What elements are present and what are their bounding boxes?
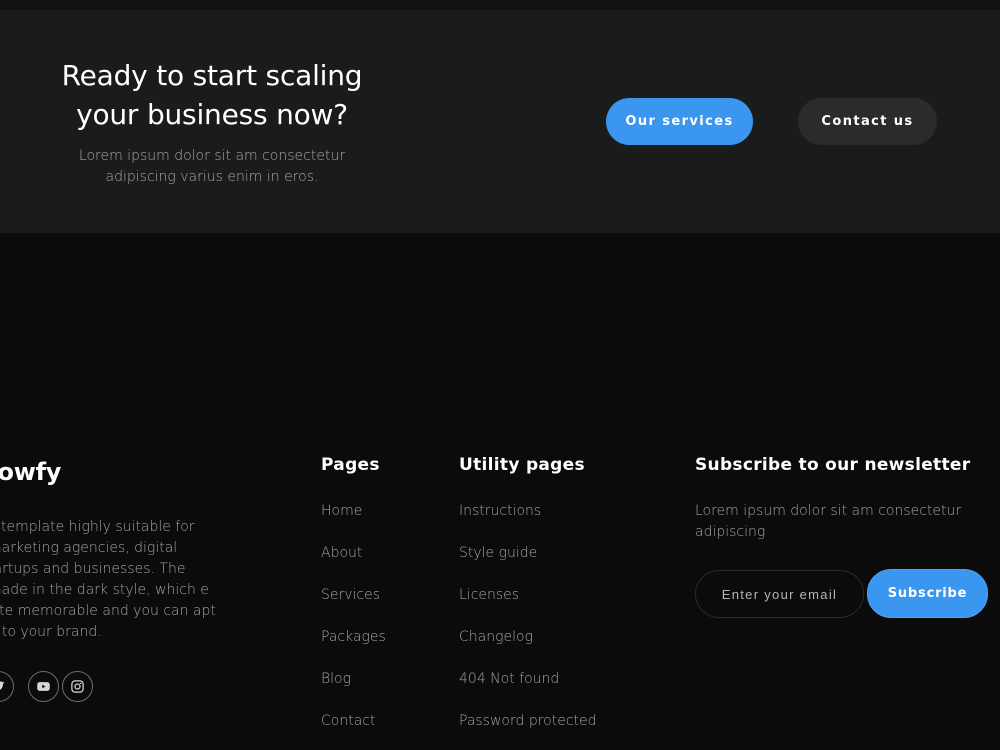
contact-us-button[interactable]: Contact us: [798, 98, 937, 145]
pages-heading: Pages: [321, 455, 380, 475]
footer-link-blog[interactable]: Blog: [321, 671, 351, 687]
footer-link-instructions[interactable]: Instructions: [459, 503, 541, 519]
our-services-button[interactable]: Our services: [606, 98, 753, 145]
footer-link-changelog[interactable]: Changelog: [459, 629, 533, 645]
cta-banner: Ready to start scaling your business now…: [0, 10, 1000, 233]
footer-link-services[interactable]: Services: [321, 587, 380, 603]
subscribe-button[interactable]: Subscribe: [867, 569, 988, 618]
cta-title: Ready to start scaling your business now…: [61, 59, 363, 131]
twitter-link[interactable]: [0, 671, 14, 702]
brand-logo[interactable]: rowfy: [0, 458, 61, 486]
newsletter-heading: Subscribe to our newsletter: [695, 455, 971, 475]
footer-link-about[interactable]: About: [321, 545, 362, 561]
youtube-icon: [37, 682, 50, 691]
youtube-link[interactable]: [28, 671, 59, 702]
footer-link-style-guide[interactable]: Style guide: [459, 545, 537, 561]
top-strip: [0, 0, 1000, 10]
footer-link-licenses[interactable]: Licenses: [459, 587, 519, 603]
instagram-link[interactable]: [62, 671, 93, 702]
utility-pages-heading: Utility pages: [459, 455, 585, 475]
email-input[interactable]: [695, 570, 864, 618]
newsletter-text: Lorem ipsum dolor sit am consectetur adi…: [695, 503, 962, 540]
cta-text: Lorem ipsum dolor sit am consectetur adi…: [78, 148, 346, 185]
footer-link-contact[interactable]: Contact: [321, 713, 375, 729]
footer-link-password-protected[interactable]: Password protected: [459, 713, 597, 729]
footer-link-404[interactable]: 404 Not found: [459, 671, 559, 687]
instagram-icon: [71, 680, 84, 693]
footer-link-packages[interactable]: Packages: [321, 629, 386, 645]
footer-link-home[interactable]: Home: [321, 503, 362, 519]
brand-description: a template highly suitable for marketing…: [0, 519, 216, 640]
twitter-icon: [0, 681, 5, 690]
